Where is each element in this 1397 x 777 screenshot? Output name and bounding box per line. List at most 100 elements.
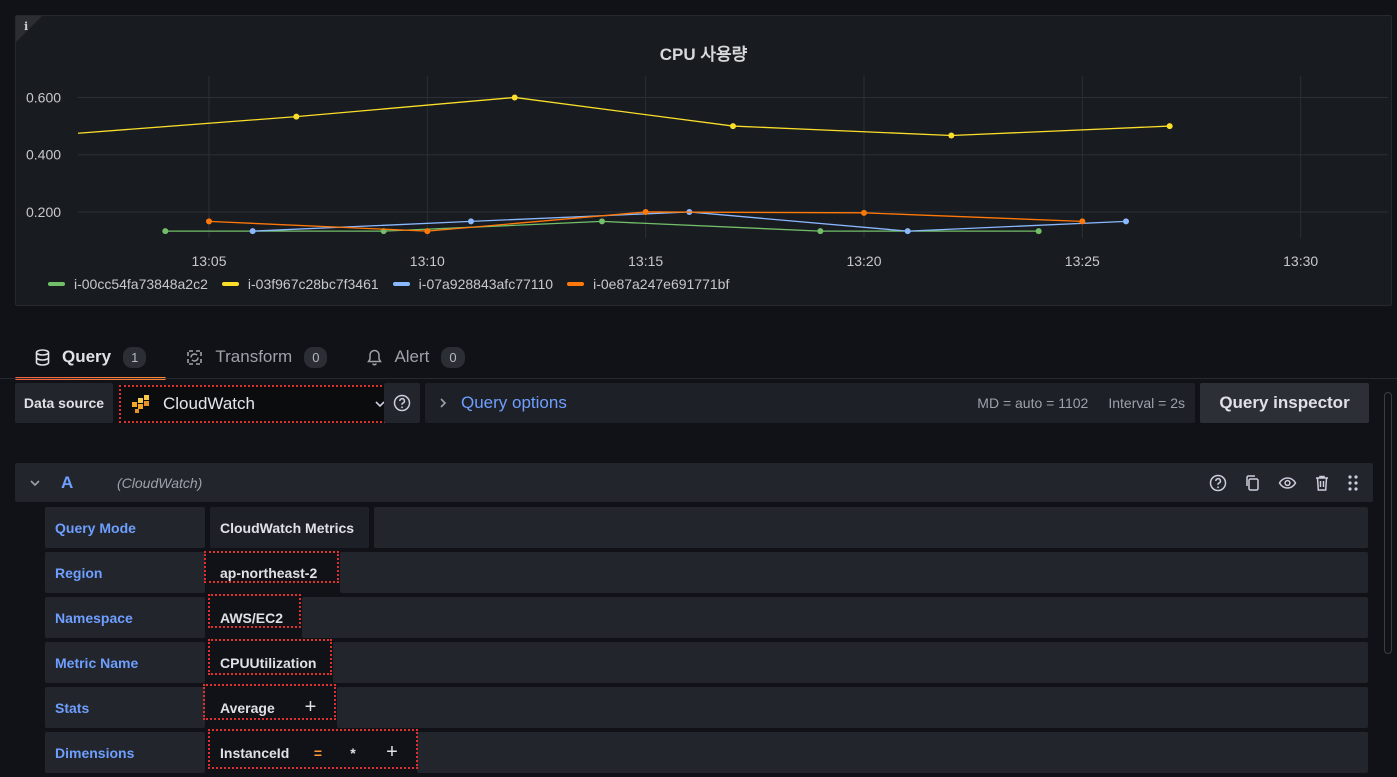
region-select[interactable]: ap-northeast-2 xyxy=(210,552,335,593)
tab-alert-label: Alert xyxy=(394,347,430,366)
y-tick-label-2: 0.600 xyxy=(26,89,61,105)
metric-name-filler xyxy=(333,642,1368,683)
series-2-point-1 xyxy=(468,218,474,225)
dimension-value-select[interactable]: * xyxy=(338,732,368,773)
series-1-point-5 xyxy=(1166,123,1173,130)
aws-logo-icon xyxy=(131,394,151,414)
collapse-chevron-icon[interactable] xyxy=(29,479,41,487)
tab-alert-count: 0 xyxy=(441,346,465,368)
dimensions-row: Dimensions InstanceId = * + xyxy=(45,729,1368,773)
legend-swatch-3 xyxy=(567,282,585,286)
y-tick-label-0: 0.200 xyxy=(26,204,61,220)
legend-label-2: i-07a928843afc77110 xyxy=(418,276,554,292)
data-source-label: Data source xyxy=(15,383,113,423)
series-0-point-4 xyxy=(1035,228,1042,235)
data-source-select[interactable]: CloudWatch xyxy=(119,385,398,423)
namespace-label: Namespace xyxy=(45,597,205,638)
x-tick-label-1: 13:10 xyxy=(410,253,445,269)
region-filler xyxy=(340,552,1368,593)
data-source-help-button[interactable] xyxy=(384,383,420,423)
series-3-point-2 xyxy=(642,208,649,215)
trash-icon[interactable] xyxy=(1314,474,1330,492)
x-tick-label-4: 13:25 xyxy=(1065,253,1100,269)
query-mode-row: Query Mode CloudWatch Metrics xyxy=(45,507,1368,548)
query-mode-select[interactable]: CloudWatch Metrics xyxy=(210,507,369,548)
series-1-point-4 xyxy=(948,132,955,139)
query-toolbar: Data source CloudWatch Query options MD … xyxy=(15,383,1369,423)
query-options-bar[interactable]: Query options MD = auto = 1102 Interval … xyxy=(425,383,1195,423)
series-3-point-1 xyxy=(424,228,431,235)
duplicate-icon[interactable] xyxy=(1244,474,1261,492)
eye-icon[interactable] xyxy=(1278,476,1297,490)
stats-select[interactable]: Average xyxy=(210,687,285,728)
transform-icon xyxy=(186,349,203,366)
stats-row: Stats Average + xyxy=(45,684,1368,728)
legend-item-1[interactable]: i-03f967c28bc7f3461 xyxy=(221,276,379,292)
x-tick-label-5: 13:30 xyxy=(1283,253,1318,269)
namespace-filler xyxy=(302,597,1368,638)
legend-item-2[interactable]: i-07a928843afc77110 xyxy=(392,276,554,292)
legend-label-1: i-03f967c28bc7f3461 xyxy=(247,276,379,292)
series-3-point-3 xyxy=(861,209,867,216)
x-tick-label-3: 13:20 xyxy=(846,253,881,269)
visualization-panel: i CPU 사용량 0.200 0.400 0.600 13:05 13:10 13:15… xyxy=(15,15,1392,306)
query-mode-filler xyxy=(374,507,1368,548)
legend-item-3[interactable]: i-0e87a247e691771bf xyxy=(567,276,729,292)
y-tick-label-1: 0.400 xyxy=(26,147,61,163)
vertical-scrollbar[interactable] xyxy=(1384,392,1392,654)
dimensions-label: Dimensions xyxy=(45,732,205,773)
namespace-select[interactable]: AWS/EC2 xyxy=(210,597,297,638)
tab-query[interactable]: Query 1 xyxy=(15,336,167,380)
tab-transform-label: Transform xyxy=(215,347,293,366)
series-1-point-3 xyxy=(730,123,736,130)
max-data-points-info: MD = auto = 1102 xyxy=(977,395,1089,411)
tab-transform-count: 0 xyxy=(304,346,328,368)
series-0-point-0 xyxy=(162,228,169,235)
dimension-operator[interactable]: = xyxy=(302,732,334,773)
series-2-point-4 xyxy=(1123,218,1129,225)
query-row-actions xyxy=(1209,474,1359,492)
dimensions-filler xyxy=(417,732,1368,773)
legend-label-3: i-0e87a247e691771bf xyxy=(593,276,730,292)
query-fields: Query Mode CloudWatch Metrics Region ap-… xyxy=(45,507,1368,777)
interval-info: Interval = 2s xyxy=(1108,395,1185,411)
series-0-point-3 xyxy=(817,228,824,235)
query-options-label: Query options xyxy=(461,393,567,412)
query-options-info: MD = auto = 1102 Interval = 2s xyxy=(977,395,1185,411)
namespace-row: Namespace AWS/EC2 xyxy=(45,594,1368,638)
series-3-point-0 xyxy=(206,218,212,225)
series-0-point-2 xyxy=(599,218,605,225)
drag-handle-icon[interactable] xyxy=(1347,474,1359,492)
cpu-line-chart: 0.200 0.400 0.600 13:05 13:10 13:15 13:20 13:25… xyxy=(26,76,1388,269)
stats-label: Stats xyxy=(45,687,205,728)
legend-swatch-2 xyxy=(392,282,410,286)
query-inspector-button[interactable]: Query inspector xyxy=(1200,383,1369,423)
chart-legend: i-00cc54fa73848a2c2 i-03f967c28bc7f3461 i-… xyxy=(48,276,729,292)
x-tick-label-2: 13:15 xyxy=(628,253,663,269)
stats-add-button[interactable]: + xyxy=(289,687,332,728)
query-datasource-name: (CloudWatch) xyxy=(117,474,203,491)
legend-swatch-0 xyxy=(48,282,65,286)
region-label: Region xyxy=(45,552,205,593)
legend-label-0: i-00cc54fa73848a2c2 xyxy=(74,276,208,292)
question-circle-icon xyxy=(393,394,411,412)
metric-name-row: Metric Name CPUUtilization xyxy=(45,639,1368,683)
stats-filler xyxy=(337,687,1368,728)
query-ref-id[interactable]: A xyxy=(61,473,117,493)
series-1-point-2 xyxy=(511,94,518,101)
series-line-1 xyxy=(77,96,1170,137)
tab-query-count: 1 xyxy=(123,346,147,368)
legend-item-0[interactable]: i-00cc54fa73848a2c2 xyxy=(48,276,208,292)
tab-transform[interactable]: Transform 0 xyxy=(166,336,347,378)
metric-name-select[interactable]: CPUUtilization xyxy=(210,642,328,683)
dimension-key-select[interactable]: InstanceId xyxy=(210,732,298,773)
legend-swatch-1 xyxy=(221,282,239,286)
series-3-point-4 xyxy=(1079,218,1086,225)
bell-icon xyxy=(367,349,383,366)
tab-alert[interactable]: Alert 0 xyxy=(347,336,484,378)
query-row-header[interactable]: A (CloudWatch) xyxy=(15,463,1373,502)
data-source-value: CloudWatch xyxy=(163,394,255,413)
help-icon[interactable] xyxy=(1209,474,1227,492)
series-1-point-1 xyxy=(293,113,300,120)
dimension-add-button[interactable]: + xyxy=(372,732,412,773)
